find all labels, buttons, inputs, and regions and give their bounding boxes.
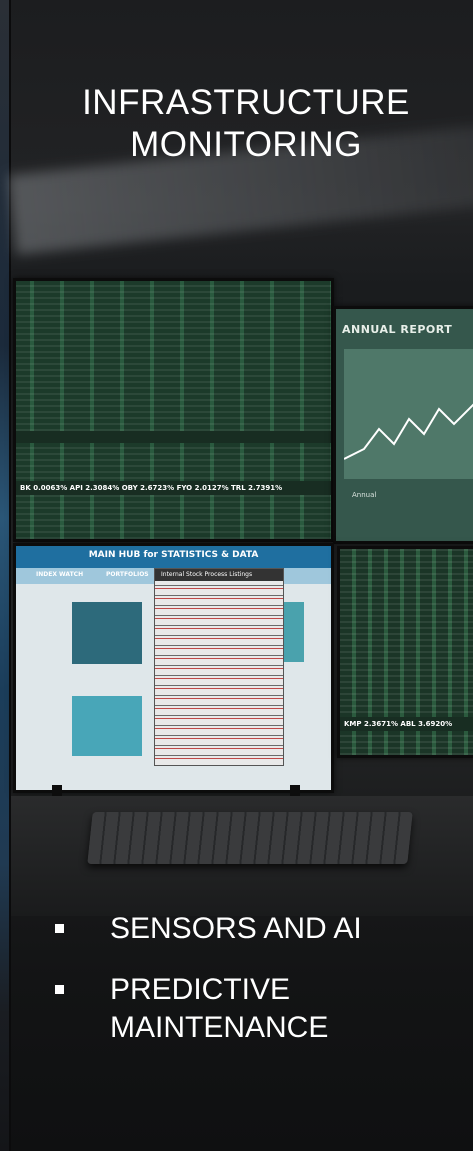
annual-report-line-chart (343, 403, 473, 460)
hub-tile-side (284, 602, 304, 662)
infrastructure-monitoring-panel: BK 0.0063% API 2.3084% OBY 2.6723% FYO 2… (0, 0, 473, 1151)
hub-tile-grid (72, 602, 142, 664)
keyboard (87, 812, 413, 864)
monitor-annual-report: ANNUAL REPORT Annual (333, 306, 473, 544)
hub-tab-portfolios: PORTFOLIOS (106, 571, 149, 578)
hub-tile-bar-chart (72, 696, 142, 756)
page-title: INFRASTRUCTURE MONITORING (11, 82, 473, 166)
page-title-line-1: INFRASTRUCTURE (82, 83, 410, 122)
stock-listing-table: Internal Stock Process Listings (154, 568, 284, 766)
annual-report-line (343, 403, 473, 460)
annual-report-title: ANNUAL REPORT (342, 323, 453, 336)
square-bullet-icon (55, 924, 64, 933)
annual-report-chart (343, 349, 473, 479)
hub-header-bar: MAIN HUB for STATISTICS & DATA (16, 546, 331, 568)
bullet-text-line: SENSORS AND AI (110, 912, 362, 945)
monitor-top-left: BK 0.0063% API 2.3084% OBY 2.6723% FYO 2… (13, 278, 334, 542)
hub-tab-index-watch: INDEX WATCH (36, 571, 84, 578)
bullet-text-line: PREDICTIVE (110, 973, 291, 1006)
bullet-item-predictive-maintenance: PREDICTIVE MAINTENANCE (55, 971, 465, 1047)
hub-title: MAIN HUB for STATISTICS & DATA (88, 550, 259, 560)
ticker-text-bottom: KMP 2.3671% ABL 3.6920% (340, 717, 473, 731)
stock-listing-header: Internal Stock Process Listings (155, 569, 283, 581)
monitor-bottom-right: KMP 2.3671% ABL 3.6920% (337, 546, 473, 758)
monitor-main-hub: MAIN HUB for STATISTICS & DATA INDEX WAT… (13, 543, 334, 793)
page-title-line-2: MONITORING (130, 125, 362, 164)
left-edge-strip (0, 0, 11, 1151)
ticker-text-top: BK 0.0063% API 2.3084% OBY 2.6723% FYO 2… (16, 481, 331, 495)
square-bullet-icon (55, 985, 64, 994)
ticker-bar-top-left (16, 431, 331, 443)
bullet-list: SENSORS AND AI PREDICTIVE MAINTENANCE (55, 910, 465, 1047)
bullet-text-line: MAINTENANCE (110, 1011, 329, 1044)
bullet-item-sensors-ai: SENSORS AND AI (55, 910, 465, 948)
annual-label: Annual (352, 491, 377, 499)
